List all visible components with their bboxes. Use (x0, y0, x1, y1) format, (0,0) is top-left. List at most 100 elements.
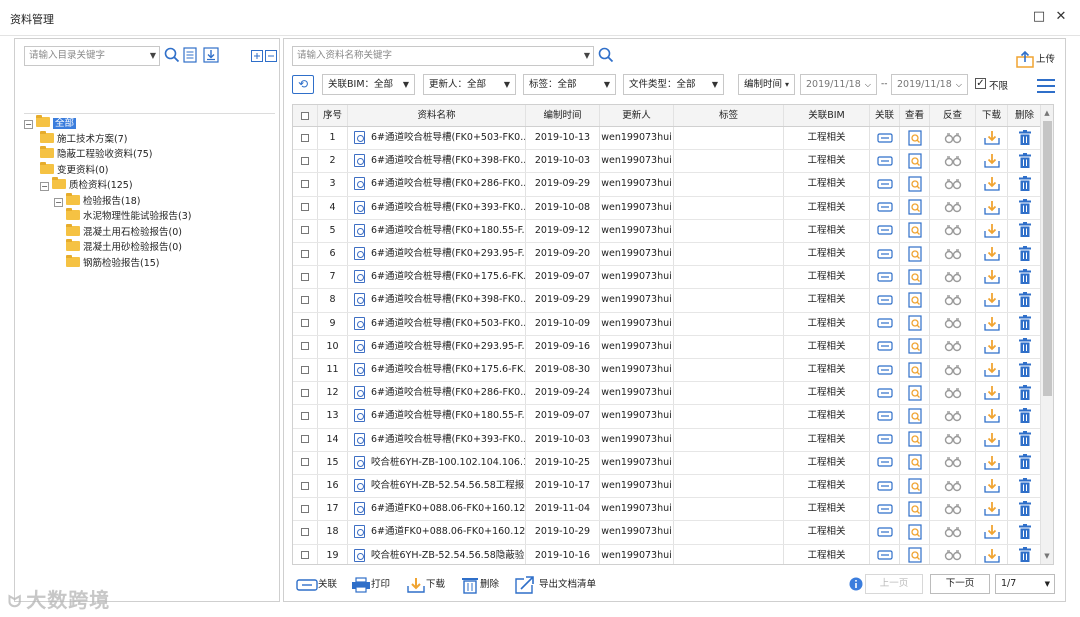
view-icon[interactable] (907, 408, 922, 424)
tree-item[interactable]: 变更资料(0) (40, 161, 108, 178)
tag-filter[interactable]: 标签：全部 ▼ (523, 74, 616, 95)
row-reverse-cell[interactable] (930, 243, 976, 266)
header-tag[interactable]: 标签 (674, 105, 784, 126)
row-view-cell[interactable] (900, 196, 930, 219)
row-checkbox[interactable] (293, 428, 318, 451)
row-download-cell[interactable] (976, 498, 1008, 521)
row-checkbox[interactable] (293, 498, 318, 521)
row-checkbox[interactable] (293, 312, 318, 335)
tree-item[interactable]: 隐蔽工程验收资料(75) (40, 146, 153, 162)
table-row[interactable]: 13 6#通道咬合桩导槽(FK0+180.55-F... 2019-09-07 wen… (293, 405, 1041, 429)
row-reverse-cell[interactable] (930, 451, 976, 474)
row-link-cell[interactable] (870, 335, 900, 358)
row-link-cell[interactable] (870, 498, 900, 521)
row-reverse-cell[interactable] (930, 335, 976, 358)
download-icon[interactable] (983, 153, 1000, 168)
link-icon[interactable] (876, 248, 893, 259)
reverse-lookup-icon[interactable] (944, 410, 962, 422)
row-checkbox[interactable] (293, 405, 318, 428)
reverse-lookup-icon[interactable] (944, 433, 962, 445)
row-download-cell[interactable] (976, 173, 1008, 196)
reverse-lookup-icon[interactable] (944, 456, 962, 468)
row-link-cell[interactable] (870, 382, 900, 405)
table-row[interactable]: 16 咬合桩6YH-ZB-52.54.56.58工程报... 2019-10-17 w… (293, 475, 1041, 499)
row-reverse-cell[interactable] (930, 544, 976, 564)
print-button[interactable]: 打印 (351, 575, 390, 595)
tree-item[interactable]: 钢筋检验报告(15) (66, 254, 160, 271)
row-name-cell[interactable]: 6#通道咬合桩导槽(FK0+180.55-F... (348, 219, 526, 242)
row-link-cell[interactable] (870, 173, 900, 196)
link-icon[interactable] (876, 156, 893, 166)
row-download-cell[interactable] (976, 127, 1008, 150)
trash-icon[interactable] (1018, 431, 1032, 447)
row-name-cell[interactable]: 6#通道咬合桩导槽(FK0+175.6-FK... (348, 266, 526, 289)
reverse-lookup-icon[interactable] (944, 364, 962, 376)
row-reverse-cell[interactable] (930, 150, 976, 173)
tree-expander-icon[interactable]: − (40, 182, 49, 191)
row-link-cell[interactable] (870, 289, 900, 312)
unlimited-checkbox[interactable]: ✓ (975, 78, 986, 89)
table-row[interactable]: 15 咬合桩6YH-ZB-100.102.104.106.1... 2019-10-… (293, 451, 1041, 475)
reverse-lookup-icon[interactable] (944, 155, 962, 167)
row-name-cell[interactable]: 6#通道咬合桩导槽(FK0+398-FK0... (348, 289, 526, 312)
table-row[interactable]: 12 6#通道咬合桩导槽(FK0+286-FK0... 2019-09-24 wen1… (293, 382, 1041, 406)
row-link-cell[interactable] (870, 428, 900, 451)
link-icon[interactable] (876, 295, 893, 305)
search-icon[interactable] (598, 47, 614, 63)
row-reverse-cell[interactable] (930, 127, 976, 150)
date-from-picker[interactable]: 2019/11/18 ⌵ (800, 74, 877, 95)
trash-icon[interactable] (1018, 500, 1032, 517)
tree-item[interactable]: 水泥物理性能试验报告(3) (66, 208, 191, 224)
download-icon[interactable] (983, 316, 1000, 331)
download-icon[interactable] (983, 501, 1000, 516)
link-icon[interactable] (876, 364, 893, 375)
row-delete-cell[interactable] (1008, 545, 1041, 564)
tree-item[interactable]: 混凝土用砂检验报告(0) (66, 239, 182, 255)
row-delete-cell[interactable] (1008, 313, 1041, 335)
link-icon[interactable] (876, 434, 893, 444)
download-icon[interactable] (983, 292, 1000, 308)
row-view-cell[interactable] (900, 382, 930, 405)
row-name-cell[interactable]: 6#通道咬合桩导槽(FK0+286-FK0... (348, 382, 526, 405)
bim-filter[interactable]: 关联BIM：全部 ▼ (322, 74, 415, 95)
download-icon[interactable] (983, 176, 1000, 192)
download-button[interactable]: 下载 (406, 575, 445, 595)
row-reverse-cell[interactable] (930, 475, 976, 498)
row-download-cell[interactable] (976, 150, 1008, 173)
row-name-cell[interactable]: 6#通道咬合桩导槽(FK0+503-FK0... (348, 312, 526, 335)
row-view-cell[interactable] (900, 544, 930, 564)
trash-icon[interactable] (1018, 222, 1032, 238)
row-delete-cell[interactable] (1008, 127, 1041, 149)
reverse-lookup-icon[interactable] (944, 549, 962, 561)
row-checkbox[interactable] (293, 359, 318, 382)
row-checkbox[interactable] (293, 475, 318, 498)
table-row[interactable]: 7 6#通道咬合桩导槽(FK0+175.6-FK... 2019-09-07 wen1… (293, 266, 1041, 290)
tree-item[interactable]: − 检验报告(18) (54, 192, 141, 209)
tree-item[interactable]: − 质检资料(125) (40, 177, 133, 193)
header-updater[interactable]: 更新人 (600, 105, 674, 126)
reverse-lookup-icon[interactable] (944, 201, 962, 213)
row-view-cell[interactable] (900, 451, 930, 474)
row-download-cell[interactable] (976, 428, 1008, 451)
row-link-cell[interactable] (870, 521, 900, 544)
date-mode-select[interactable]: 编制时间 ▾ (738, 74, 795, 95)
link-icon[interactable] (876, 341, 893, 351)
table-row[interactable]: 8 6#通道咬合桩导槽(FK0+398-FK0... 2019-09-29 wen19… (293, 289, 1041, 313)
row-name-cell[interactable]: 6#通道咬合桩导槽(FK0+393-FK0... (348, 428, 526, 451)
view-icon[interactable] (907, 199, 922, 215)
info-icon[interactable] (849, 577, 863, 591)
upload-button[interactable]: 上传 (1016, 48, 1060, 70)
table-row[interactable]: 19 咬合桩6YH-ZB-52.54.56.58隐蔽验... 2019-10-16 w… (293, 544, 1041, 564)
link-icon[interactable] (876, 480, 893, 491)
row-reverse-cell[interactable] (930, 405, 976, 428)
chevron-down-icon[interactable]: ▼ (584, 47, 590, 65)
row-link-cell[interactable] (870, 312, 900, 335)
download-icon[interactable] (983, 432, 1000, 447)
row-download-cell[interactable] (976, 196, 1008, 219)
link-icon[interactable] (876, 202, 893, 212)
row-delete-cell[interactable] (1008, 243, 1041, 265)
download-icon[interactable] (983, 200, 1000, 215)
row-view-cell[interactable] (900, 150, 930, 173)
row-view-cell[interactable] (900, 173, 930, 196)
table-scrollbar[interactable]: ▲ ▼ (1040, 105, 1053, 564)
